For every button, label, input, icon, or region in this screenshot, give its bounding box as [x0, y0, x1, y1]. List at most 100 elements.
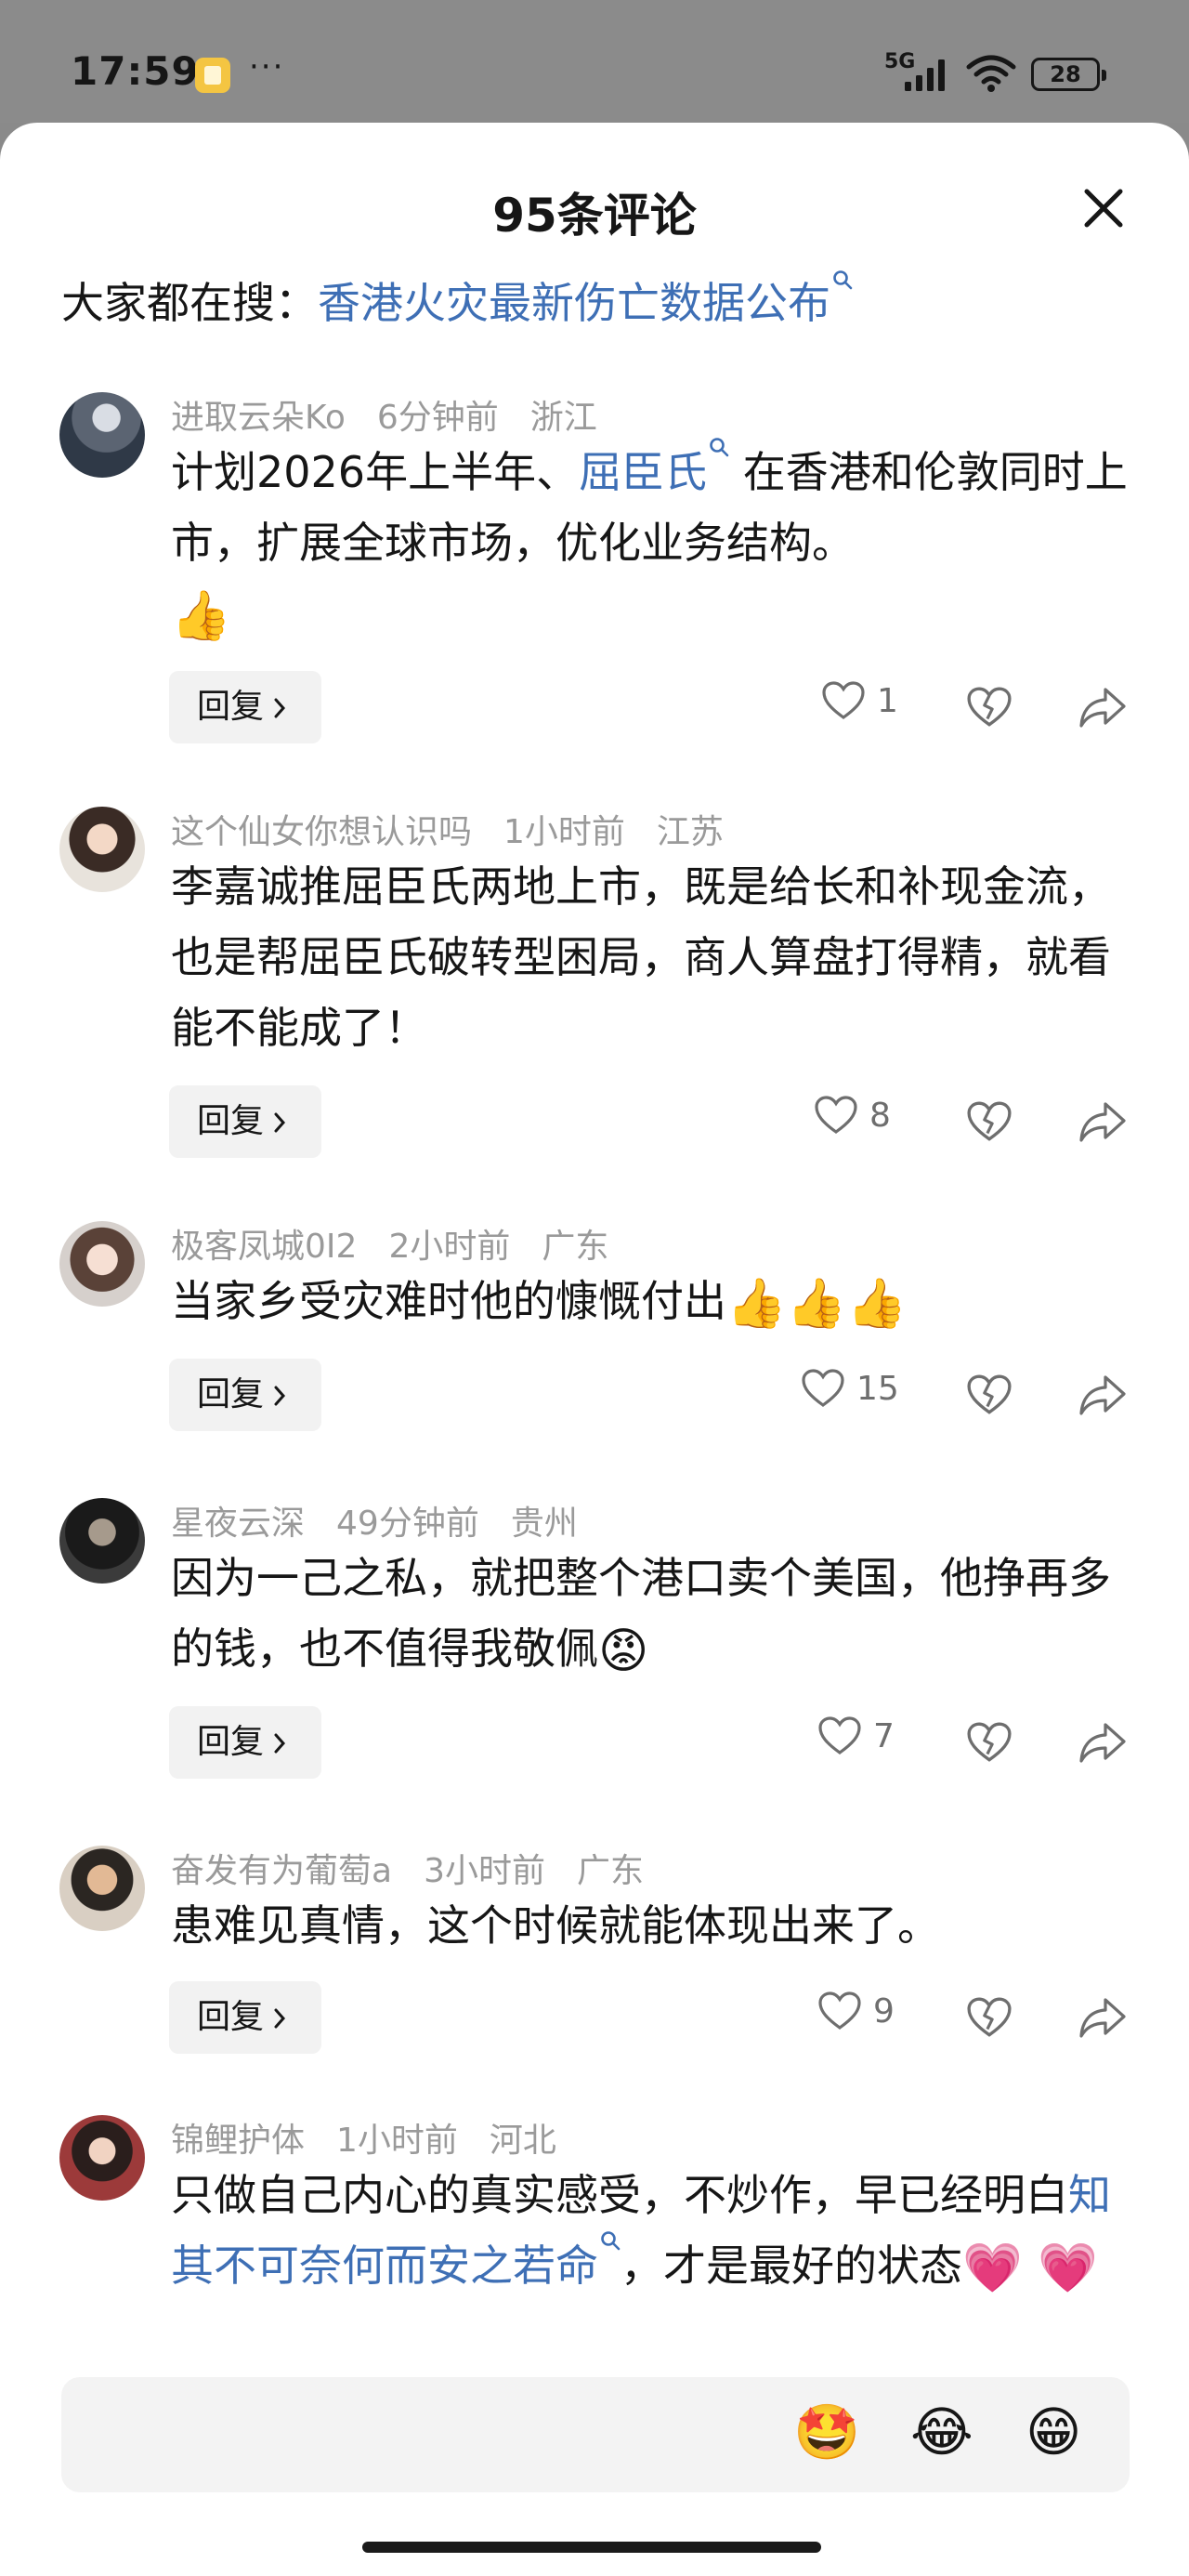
- comment-text-part: 计划2026年上半年、: [171, 447, 580, 497]
- search-icon: [601, 2231, 621, 2251]
- comment-location: 河北: [489, 2122, 556, 2160]
- like-button[interactable]: 9: [817, 1991, 895, 2043]
- comment-text-part: ，才是最好的状态: [621, 2241, 962, 2291]
- chevron-right-icon: [274, 1733, 286, 1754]
- chevron-right-icon: [274, 698, 286, 718]
- chevron-right-icon: [274, 1112, 286, 1133]
- reply-button[interactable]: 回复: [169, 1981, 321, 2054]
- heart-icon: [815, 1096, 857, 1134]
- like-count: 7: [873, 1716, 895, 1755]
- avatar[interactable]: [59, 1498, 145, 1584]
- avatar[interactable]: [59, 807, 145, 892]
- comment-meta: 这个仙女你想认识吗 1小时前 江苏: [171, 805, 755, 853]
- avatar[interactable]: [59, 1221, 145, 1307]
- comment-text: 当家乡受灾难时他的慷慨付出👍👍👍: [171, 1266, 1137, 1336]
- reply-button[interactable]: 回复: [169, 1085, 321, 1158]
- search-icon: [710, 438, 729, 457]
- comment-username[interactable]: 星夜云深: [171, 1505, 305, 1543]
- comment-text-part: 当家乡受灾难时他的慷慨付出: [171, 1276, 726, 1326]
- reply-label: 回复: [197, 1998, 265, 2036]
- comment-location: 广东: [576, 1852, 644, 1890]
- avatar[interactable]: [59, 392, 145, 478]
- wifi-icon: [966, 55, 1016, 92]
- heart-emoji-icon: 💗 💗: [962, 2241, 1099, 2296]
- heart-icon: [818, 1991, 861, 2030]
- comment-item: 奋发有为葡萄a 3小时前 广东 患难见真情，这个时候就能体现出来了。 回复 9: [0, 1846, 1189, 2115]
- reply-label: 回复: [197, 1102, 265, 1140]
- thumbs-up-icon: 👍👍👍: [726, 1276, 908, 1332]
- like-count: 1: [877, 681, 898, 720]
- comment-time: 1小时前: [336, 2122, 458, 2160]
- hot-search-label: 大家都在搜：: [61, 278, 318, 328]
- comment-location: 广东: [542, 1228, 609, 1266]
- comment-item: 星夜云深 49分钟前 贵州 因为一己之私，就把整个港口卖个美国，他挣再多的钱，也不值…: [0, 1498, 1189, 1846]
- comment-item: 锦鲤护体 1小时前 河北 只做自己内心的真实感受，不炒作，早已经明白知其不可奈何而安…: [0, 2115, 1189, 2394]
- comment-username[interactable]: 这个仙女你想认识吗: [171, 813, 472, 851]
- reply-button[interactable]: 回复: [169, 1706, 321, 1779]
- comment-text: 只做自己内心的真实感受，不炒作，早已经明白知其不可奈何而安之若命 ，才是最好的状态…: [171, 2160, 1137, 2301]
- share-icon[interactable]: [1078, 684, 1128, 730]
- reply-button[interactable]: 回复: [169, 1359, 321, 1431]
- heart-icon: [802, 1369, 844, 1407]
- laughing-emoji-button[interactable]: 😂: [910, 2405, 973, 2459]
- like-button[interactable]: 1: [821, 680, 898, 732]
- star-eyes-emoji-button[interactable]: 🤩: [793, 2405, 860, 2459]
- comment-time: 1小时前: [503, 813, 625, 851]
- reply-button[interactable]: 回复: [169, 671, 321, 743]
- comment-list[interactable]: 进取云朵Ko 6分钟前 浙江 计划2026年上半年、屈臣氏 在香港和伦敦同时上市，扩…: [0, 392, 1189, 2455]
- signal-icon: [905, 59, 945, 91]
- broken-heart-icon[interactable]: [966, 1994, 1013, 2041]
- comment-meta: 锦鲤护体 1小时前 河北: [171, 2113, 588, 2162]
- like-count: 15: [856, 1369, 899, 1408]
- comment-item: 这个仙女你想认识吗 1小时前 江苏 李嘉诚推屈臣氏两地上市，既是给长和补现金流，也是…: [0, 807, 1189, 1221]
- battery-icon: 28: [1031, 58, 1106, 91]
- comment-item: 进取云朵Ko 6分钟前 浙江 计划2026年上半年、屈臣氏 在香港和伦敦同时上市，扩…: [0, 392, 1189, 807]
- share-icon[interactable]: [1078, 1098, 1128, 1145]
- comment-text-part: 只做自己内心的真实感受，不炒作，早已经明白: [171, 2170, 1068, 2220]
- comment-time: 49分钟前: [336, 1505, 479, 1543]
- comment-time: 2小时前: [388, 1228, 511, 1266]
- comment-topic-link[interactable]: 屈臣氏: [579, 447, 707, 497]
- comment-meta: 进取云朵Ko 6分钟前 浙江: [171, 392, 629, 439]
- comment-username[interactable]: 奋发有为葡萄a: [171, 1852, 392, 1890]
- hot-search-link[interactable]: 香港火灾最新伤亡数据公布: [318, 278, 830, 328]
- comment-time: 3小时前: [424, 1852, 545, 1890]
- avatar[interactable]: [59, 1846, 145, 1931]
- like-count: 9: [873, 1991, 895, 2031]
- reply-label: 回复: [197, 1375, 265, 1413]
- comment-username[interactable]: 锦鲤护体: [171, 2122, 305, 2160]
- broken-heart-icon[interactable]: [966, 684, 1013, 730]
- comment-meta: 奋发有为葡萄a 3小时前 广东: [171, 1844, 675, 1892]
- broken-heart-icon[interactable]: [966, 1719, 1013, 1766]
- comment-text: 因为一己之私，就把整个港口卖个美国，他挣再多的钱，也不值得我敬佩😡: [171, 1543, 1137, 1684]
- home-indicator[interactable]: [362, 2542, 821, 2553]
- comment-meta: 极客凤城0I2 2小时前 广东: [171, 1219, 640, 1268]
- comment-text: 计划2026年上半年、屈臣氏 在香港和伦敦同时上市，扩展全球市场，优化业务结构。…: [171, 437, 1137, 649]
- broken-heart-icon[interactable]: [966, 1372, 1013, 1418]
- comments-sheet: 95条评论 大家都在搜：香港火灾最新伤亡数据公布 进取云朵Ko 6分钟前 浙江 计划…: [0, 123, 1189, 2576]
- like-button[interactable]: 15: [801, 1368, 899, 1420]
- share-icon[interactable]: [1078, 1994, 1128, 2041]
- avatar[interactable]: [59, 2115, 145, 2201]
- comment-username[interactable]: 极客凤城0I2: [171, 1228, 357, 1266]
- comment-time: 6分钟前: [376, 399, 499, 437]
- like-button[interactable]: 7: [817, 1715, 895, 1768]
- comment-input-bar[interactable]: 🤩 😂 😁: [61, 2377, 1130, 2492]
- comment-text: 患难见真情，这个时候就能体现出来了。: [171, 1900, 940, 1951]
- close-icon[interactable]: [1078, 182, 1130, 234]
- notes-app-icon: [195, 58, 230, 93]
- sheet-title: 95条评论: [492, 189, 697, 243]
- chevron-right-icon: [274, 1386, 286, 1406]
- comment-location: 江苏: [656, 813, 724, 851]
- comment-meta: 星夜云深 49分钟前 贵州: [171, 1496, 609, 1544]
- broken-heart-icon[interactable]: [966, 1098, 1013, 1145]
- grinning-emoji-button[interactable]: 😁: [1026, 2405, 1081, 2459]
- heart-icon: [822, 681, 865, 719]
- share-icon[interactable]: [1078, 1372, 1128, 1418]
- share-icon[interactable]: [1078, 1719, 1128, 1766]
- comment-username[interactable]: 进取云朵Ko: [171, 399, 346, 437]
- comment-location: 浙江: [529, 399, 597, 437]
- like-button[interactable]: 8: [814, 1095, 891, 1147]
- comment-location: 贵州: [510, 1505, 578, 1543]
- reply-label: 回复: [197, 1723, 265, 1761]
